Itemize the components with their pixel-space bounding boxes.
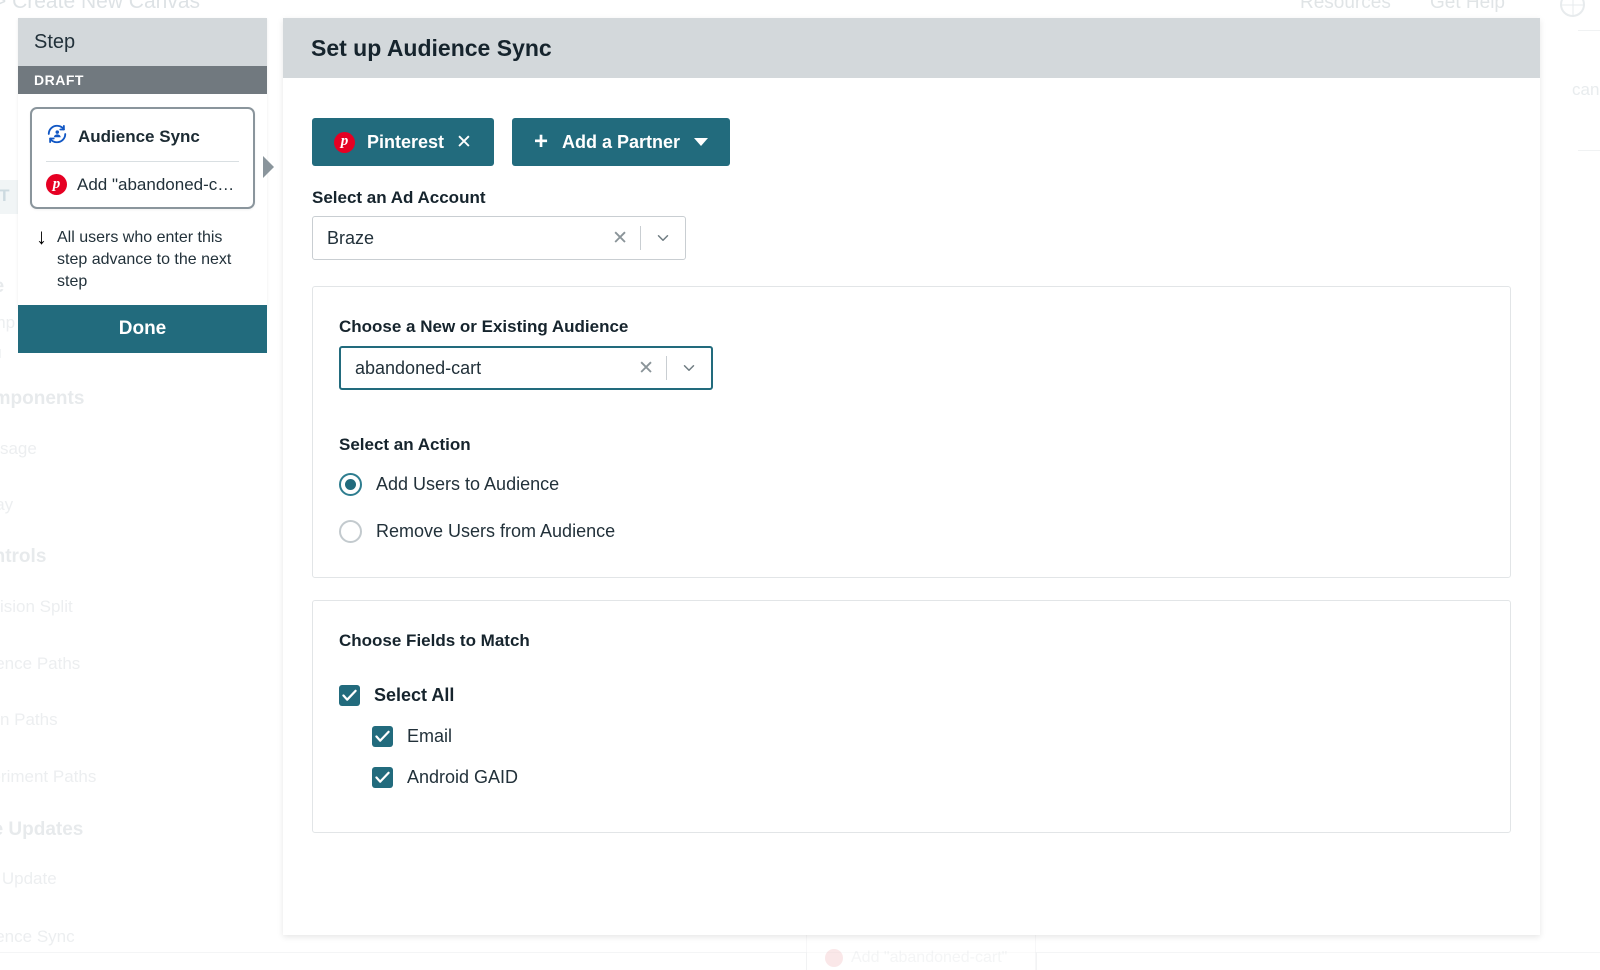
- ad-account-value: Braze: [327, 227, 375, 248]
- step-card[interactable]: Audience Sync Add "abandoned-ca…: [30, 107, 274, 209]
- faded-sidebar-item: r u: [0, 343, 2, 363]
- checkbox-indicator-checked: [372, 726, 393, 747]
- checkbox-indicator-checked: [339, 685, 360, 706]
- advance-note: ↓ All users who enter this step advance …: [30, 224, 255, 293]
- arrow-down-icon: ↓: [36, 224, 47, 249]
- bottom-card-edge: [1036, 952, 1037, 970]
- pinterest-icon: [334, 131, 355, 153]
- plus-icon: +: [533, 128, 548, 155]
- status-badge: DRAFT: [18, 66, 267, 94]
- checkbox-label: Android GAID: [407, 767, 519, 787]
- faded-sidebar-item: periment Paths: [0, 767, 97, 786]
- close-icon[interactable]: ✕: [626, 359, 666, 378]
- radio-label: Add Users to Audience: [376, 474, 560, 494]
- sidebar-highlight-label: d T: [0, 186, 10, 205]
- audience-select[interactable]: abandoned-cart ✕: [339, 346, 713, 390]
- pinterest-icon: [825, 949, 843, 967]
- radio-remove-users-from-audience[interactable]: Remove Users from Audience: [339, 520, 1484, 543]
- partner-chip-pinterest[interactable]: Pinterest ✕: [312, 118, 494, 166]
- radio-add-users-to-audience[interactable]: Add Users to Audience: [339, 473, 1484, 496]
- status-badge-label: DRAFT: [34, 72, 84, 88]
- faded-sidebar-item: an: [0, 118, 1, 138]
- audience-label: Choose a New or Existing Audience: [339, 317, 629, 336]
- step-card-divider: [46, 161, 239, 162]
- step-panel-body: Audience Sync Add "abandoned-ca… ↓ All u…: [18, 94, 274, 309]
- faded-sidebar-item: er Update: [0, 869, 57, 888]
- step-card-secondary-label: Add "abandoned-ca…: [77, 174, 239, 194]
- modal-header: Set up Audience Sync: [283, 18, 1540, 78]
- done-button[interactable]: Done: [18, 305, 267, 353]
- fields-to-match-label: Choose Fields to Match: [339, 631, 530, 650]
- faded-sidebar-item: ne: [0, 276, 4, 298]
- right-edge-divider: [1578, 30, 1600, 31]
- faded-sidebar-item: dience Paths: [0, 654, 81, 673]
- modal-body: Pinterest ✕ + Add a Partner Select an Ad…: [283, 78, 1540, 833]
- faded-sidebar-item: ce Updates: [0, 819, 84, 840]
- chevron-down-icon[interactable]: [667, 359, 711, 377]
- step-card-primary-row: Audience Sync: [46, 123, 239, 150]
- action-label: Select an Action: [339, 435, 471, 454]
- step-card-pointer: [263, 156, 274, 179]
- app-root: > Create New Canvas Resources Get Help d…: [0, 0, 1600, 970]
- faded-sidebar-item: ecision Split: [0, 597, 73, 616]
- faded-sidebar-item: ontrols: [0, 546, 47, 567]
- topnav-resources: Resources: [1300, 0, 1391, 13]
- advance-note-text: All users who enter this step advance to…: [57, 229, 232, 290]
- ad-account-label: Select an Ad Account: [312, 188, 486, 207]
- checkbox-label: Email: [407, 726, 453, 746]
- ad-account-select[interactable]: Braze ✕: [312, 216, 686, 260]
- faded-sidebar-item: tion Paths: [0, 710, 58, 729]
- add-partner-label: Add a Partner: [561, 131, 680, 152]
- faded-sidebar-item: dience Sync: [0, 927, 75, 946]
- radio-label: Remove Users from Audience: [376, 521, 616, 541]
- faded-sidebar-item: omponents: [0, 388, 85, 409]
- step-panel-title: Step: [34, 30, 76, 53]
- pinterest-icon: [46, 174, 67, 195]
- step-card-secondary-row: Add "abandoned-ca…: [46, 174, 239, 195]
- topnav-get-help: Get Help: [1430, 0, 1505, 13]
- page-title: Set up Audience Sync: [311, 34, 552, 61]
- faded-sidebar-item: elay: [0, 495, 14, 514]
- close-icon[interactable]: ✕: [600, 229, 640, 248]
- partner-row: Pinterest ✕ + Add a Partner: [312, 118, 1511, 166]
- audience-value: abandoned-cart: [355, 357, 482, 378]
- add-partner-button[interactable]: + Add a Partner: [511, 118, 730, 166]
- audience-action-section: Choose a New or Existing Audience abando…: [312, 286, 1511, 578]
- chevron-down-icon[interactable]: [641, 229, 685, 247]
- chevron-down-icon: [694, 138, 708, 146]
- radio-indicator-selected: [339, 473, 362, 496]
- right-edge-faded-text: can: [1572, 80, 1600, 99]
- bottom-card-edge: [806, 952, 807, 970]
- checkbox-indicator-checked: [372, 767, 393, 788]
- step-panel-header: Step: [18, 18, 267, 66]
- faded-sidebar-item: omp: [0, 313, 16, 332]
- step-panel: Step DRAFT Audience Sync p Add "abandone…: [18, 18, 274, 309]
- bottom-divider: [0, 952, 1600, 953]
- checkbox-email[interactable]: Email: [372, 726, 1484, 747]
- faded-sidebar-item: essage: [0, 439, 37, 458]
- radio-indicator-unselected: [339, 520, 362, 543]
- fields-to-match-section: Choose Fields to Match Select All Email …: [312, 600, 1511, 833]
- faded-bottom-card-label: Add "abandoned-cart": [851, 949, 1008, 966]
- partner-chip-label: Pinterest: [367, 131, 445, 152]
- breadcrumb: > Create New Canvas: [0, 0, 201, 13]
- audience-sync-modal: Set up Audience Sync Pinterest ✕ + Add a…: [283, 18, 1540, 935]
- right-edge-divider: [1578, 150, 1600, 151]
- close-icon[interactable]: ✕: [456, 133, 472, 152]
- audience-sync-icon: [46, 123, 68, 150]
- checkbox-label: Select All: [374, 685, 455, 705]
- step-card-primary-label: Audience Sync: [78, 126, 200, 146]
- checkbox-select-all[interactable]: Select All: [339, 685, 1484, 706]
- checkbox-android-gaid[interactable]: Android GAID: [372, 767, 1484, 788]
- globe-icon: [1560, 0, 1585, 17]
